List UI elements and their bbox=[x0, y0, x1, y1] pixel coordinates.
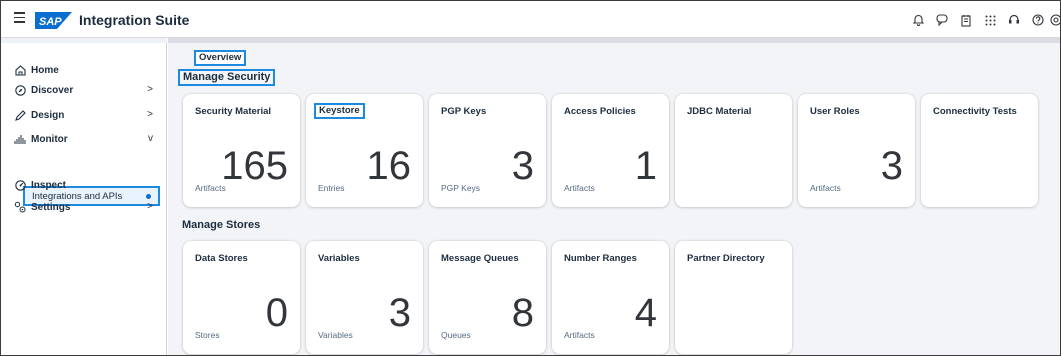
content-top-band bbox=[168, 38, 1060, 43]
tile-value: 3 bbox=[511, 144, 534, 188]
tile-pgp-keys[interactable]: PGP Keys 3 PGP Keys bbox=[429, 94, 546, 207]
svg-text:SAP: SAP bbox=[39, 16, 62, 28]
tile-unit: Stores bbox=[195, 330, 220, 340]
sidebar-item-label: Inspect bbox=[31, 179, 67, 191]
sidebar-item-label: Settings bbox=[31, 201, 71, 213]
tile-unit: Queues bbox=[441, 330, 471, 340]
notes-icon[interactable] bbox=[954, 11, 978, 29]
side-navigation: Home Discover > Design > Monitor v Integ… bbox=[1, 38, 167, 355]
chevron-right-icon: > bbox=[147, 84, 153, 95]
tile-jdbc-material[interactable]: JDBC Material bbox=[675, 94, 792, 207]
tile-value: 0 bbox=[265, 291, 288, 335]
settings-gears-icon bbox=[14, 201, 26, 213]
tile-unit: Artifacts bbox=[810, 183, 841, 193]
sidebar-item-home[interactable]: Home bbox=[1, 60, 167, 80]
sidebar-item-settings[interactable]: Settings > bbox=[1, 197, 167, 217]
tile-message-queues[interactable]: Message Queues 8 Queues bbox=[429, 241, 546, 354]
tile-security-material[interactable]: Security Material 165 Artifacts bbox=[183, 94, 300, 207]
tile-user-roles[interactable]: User Roles 3 Artifacts bbox=[798, 94, 915, 207]
sidebar-item-label: Design bbox=[31, 109, 65, 121]
sidebar-item-discover[interactable]: Discover > bbox=[1, 80, 167, 100]
tile-title: Access Policies bbox=[564, 106, 636, 117]
tile-title: Security Material bbox=[195, 106, 272, 117]
discover-icon bbox=[14, 84, 26, 96]
tile-value: 16 bbox=[366, 144, 412, 188]
tile-partner-directory[interactable]: Partner Directory bbox=[675, 241, 792, 354]
chevron-right-icon: > bbox=[147, 201, 153, 212]
tile-connectivity-tests[interactable]: Connectivity Tests bbox=[921, 94, 1038, 207]
sidebar-item-monitor[interactable]: Monitor v bbox=[1, 129, 167, 149]
sidebar-item-label: Home bbox=[31, 64, 59, 76]
tile-unit: PGP Keys bbox=[441, 183, 481, 193]
tile-value: 4 bbox=[634, 291, 657, 335]
tile-access-policies[interactable]: Access Policies 1 Artifacts bbox=[552, 94, 669, 207]
tile-value: 3 bbox=[388, 291, 411, 335]
help-icon[interactable] bbox=[1026, 11, 1050, 29]
bell-icon[interactable] bbox=[906, 11, 930, 29]
tile-title: Partner Directory bbox=[687, 253, 765, 264]
monitor-icon bbox=[14, 133, 26, 145]
manage-stores-heading: Manage Stores bbox=[182, 219, 261, 231]
shell-bar: SAP Integration Suite bbox=[1, 1, 1060, 38]
tile-data-stores[interactable]: Data Stores 0 Stores bbox=[183, 241, 300, 354]
tile-keystore[interactable]: Keystore 16 Entries bbox=[306, 94, 423, 207]
sidebar-item-design[interactable]: Design > bbox=[1, 105, 167, 125]
tile-value: 8 bbox=[511, 291, 534, 335]
tile-title: User Roles bbox=[810, 106, 860, 117]
chevron-down-icon: v bbox=[148, 133, 153, 144]
sidebar-item-inspect[interactable]: Inspect bbox=[1, 175, 167, 195]
tile-title: Connectivity Tests bbox=[933, 106, 1017, 117]
sap-logo: SAP bbox=[35, 12, 72, 29]
tile-unit: Variables bbox=[318, 330, 353, 340]
inspect-icon bbox=[14, 179, 26, 191]
shell-actions bbox=[906, 11, 1060, 29]
tile-unit: Artifacts bbox=[564, 183, 595, 193]
tile-value: 1 bbox=[634, 144, 657, 188]
settings-icon[interactable] bbox=[1050, 11, 1060, 29]
support-icon[interactable] bbox=[1002, 11, 1026, 29]
tile-unit: Artifacts bbox=[195, 183, 226, 193]
chevron-right-icon: > bbox=[147, 109, 153, 120]
tile-value: 3 bbox=[880, 144, 903, 188]
tile-title: Message Queues bbox=[441, 253, 519, 264]
tile-unit: Artifacts bbox=[564, 330, 595, 340]
design-icon bbox=[14, 109, 26, 121]
tab-overview[interactable]: Overview bbox=[194, 50, 247, 66]
sidebar-item-label: Monitor bbox=[31, 133, 68, 145]
feedback-icon[interactable] bbox=[930, 11, 954, 29]
tile-title: Variables bbox=[318, 253, 360, 264]
manage-security-heading: Manage Security bbox=[178, 69, 276, 86]
main-content: Overview Manage Security Security Materi… bbox=[168, 38, 1060, 355]
app-window: SAP Integration Suite Home Discover > De… bbox=[0, 0, 1061, 356]
sidebar-item-label: Discover bbox=[31, 84, 74, 96]
tile-title: Keystore bbox=[314, 103, 365, 119]
tile-title: PGP Keys bbox=[441, 106, 487, 117]
tile-unit: Entries bbox=[318, 183, 345, 193]
tile-number-ranges[interactable]: Number Ranges 4 Artifacts bbox=[552, 241, 669, 354]
tile-title: JDBC Material bbox=[687, 106, 752, 117]
tile-title: Number Ranges bbox=[564, 253, 637, 264]
home-icon bbox=[14, 64, 26, 76]
sidebar-divider bbox=[1, 38, 167, 43]
tile-title: Data Stores bbox=[195, 253, 248, 264]
menu-icon[interactable] bbox=[14, 12, 25, 24]
app-grid-icon[interactable] bbox=[978, 11, 1002, 29]
tile-value: 165 bbox=[221, 144, 288, 188]
app-title: Integration Suite bbox=[79, 12, 190, 28]
tile-variables[interactable]: Variables 3 Variables bbox=[306, 241, 423, 354]
